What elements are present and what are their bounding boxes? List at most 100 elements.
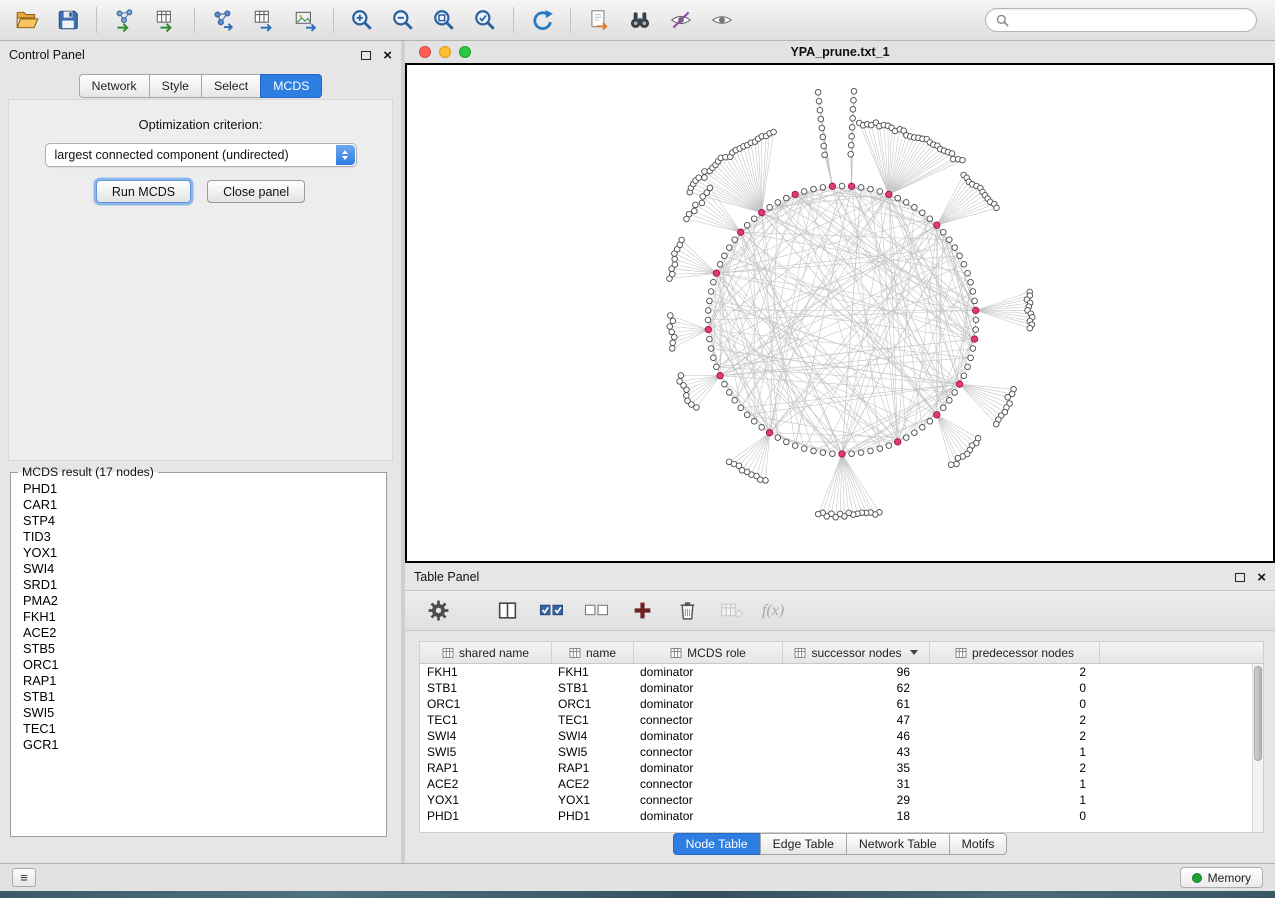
table-scrollbar[interactable] xyxy=(1252,664,1263,832)
memory-button[interactable]: Memory xyxy=(1180,867,1263,888)
table-row[interactable]: STB1STB1dominator620 xyxy=(420,680,1252,696)
sort-direction-icon xyxy=(910,650,918,655)
table-cell: ORC1 xyxy=(420,697,552,711)
tab-select[interactable]: Select xyxy=(201,74,261,98)
import-table-icon xyxy=(154,8,178,32)
network-view-panel: YPA_prune.txt_1 xyxy=(405,41,1275,563)
zoom-fit-button[interactable] xyxy=(427,4,461,36)
delete-column-button[interactable] xyxy=(672,597,702,625)
table-cell: SWI4 xyxy=(552,729,634,743)
zoom-selected-button[interactable] xyxy=(468,4,502,36)
import-table-button[interactable] xyxy=(149,4,183,36)
table-settings-button[interactable] xyxy=(423,597,453,625)
optimization-criterion-select[interactable]: largest connected component (undirected) xyxy=(45,143,357,167)
table-row[interactable]: YOX1YOX1connector291 xyxy=(420,792,1252,808)
float-panel-icon[interactable] xyxy=(361,51,371,60)
tab-network-table[interactable]: Network Table xyxy=(846,833,950,855)
mcds-result-item[interactable]: ORC1 xyxy=(14,657,383,673)
table-panel-title: Table Panel xyxy=(414,570,479,584)
toolbar-separator xyxy=(513,7,514,33)
table-row[interactable]: SWI4SWI4dominator462 xyxy=(420,728,1252,744)
mcds-result-item[interactable]: ACE2 xyxy=(14,625,383,641)
import-network-button[interactable] xyxy=(108,4,142,36)
column-header-name[interactable]: name xyxy=(552,642,634,663)
save-icon xyxy=(56,8,80,32)
mcds-result-item[interactable]: SRD1 xyxy=(14,577,383,593)
table-toolbar: f(x) xyxy=(405,590,1275,631)
search-network-button[interactable] xyxy=(623,4,657,36)
table-row[interactable]: PHD1PHD1dominator180 xyxy=(420,808,1252,824)
save-session-button[interactable] xyxy=(51,4,85,36)
tab-motifs[interactable]: Motifs xyxy=(949,833,1008,855)
node-table-header: shared namenameMCDS rolesuccessor nodesp… xyxy=(420,642,1263,664)
tab-style[interactable]: Style xyxy=(149,74,202,98)
share-document-button[interactable] xyxy=(582,4,616,36)
network-graph[interactable] xyxy=(407,65,1273,561)
mcds-result-item[interactable]: TID3 xyxy=(14,529,383,545)
export-table-button[interactable] xyxy=(247,4,281,36)
export-image-button[interactable] xyxy=(288,4,322,36)
run-mcds-button[interactable]: Run MCDS xyxy=(96,180,191,203)
zoom-in-button[interactable] xyxy=(345,4,379,36)
close-table-panel-icon[interactable]: × xyxy=(1257,570,1266,585)
column-header-mcds-role[interactable]: MCDS role xyxy=(634,642,783,663)
refresh-view-button[interactable] xyxy=(525,4,559,36)
create-column-button[interactable] xyxy=(627,597,657,625)
tab-node-table[interactable]: Node Table xyxy=(673,833,761,855)
column-header-successor-nodes[interactable]: successor nodes xyxy=(783,642,930,663)
table-row[interactable]: ACE2ACE2connector311 xyxy=(420,776,1252,792)
mcds-result-item[interactable]: SWI5 xyxy=(14,705,383,721)
control-panel-tabs: NetworkStyleSelectMCDS xyxy=(0,74,401,98)
tab-network[interactable]: Network xyxy=(79,74,150,98)
mcds-result-item[interactable]: RAP1 xyxy=(14,673,383,689)
status-menu-button[interactable]: ≡ xyxy=(12,868,36,887)
show-details-button[interactable] xyxy=(705,4,739,36)
share-document-icon xyxy=(587,8,611,32)
toolbar-separator xyxy=(333,7,334,33)
table-cell: SWI4 xyxy=(420,729,552,743)
mcds-result-item[interactable]: PHD1 xyxy=(14,481,383,497)
mcds-result-item[interactable]: SWI4 xyxy=(14,561,383,577)
float-table-panel-icon[interactable] xyxy=(1235,573,1245,582)
node-table-body: FKH1FKH1dominator962STB1STB1dominator620… xyxy=(420,664,1252,832)
mcds-result-item[interactable]: CAR1 xyxy=(14,497,383,513)
mcds-result-item[interactable]: TEC1 xyxy=(14,721,383,737)
table-cell: connector xyxy=(634,713,783,727)
mcds-result-item[interactable]: STP4 xyxy=(14,513,383,529)
zoom-out-button[interactable] xyxy=(386,4,420,36)
search-input[interactable] xyxy=(1015,13,1246,27)
mcds-result-item[interactable]: GCR1 xyxy=(14,737,383,753)
mcds-result-box: MCDS result (17 nodes) PHD1CAR1STP4TID3Y… xyxy=(10,465,387,837)
mcds-result-item[interactable]: STB1 xyxy=(14,689,383,705)
mcds-result-item[interactable]: STB5 xyxy=(14,641,383,657)
table-row[interactable]: SWI5SWI5connector431 xyxy=(420,744,1252,760)
mcds-result-list[interactable]: PHD1CAR1STP4TID3YOX1SWI4SRD1PMA2FKH1ACE2… xyxy=(14,481,383,833)
zoom-fit-icon xyxy=(432,8,456,32)
column-header-shared-name[interactable]: shared name xyxy=(420,642,552,663)
table-row[interactable]: RAP1RAP1dominator352 xyxy=(420,760,1252,776)
mcds-result-item[interactable]: YOX1 xyxy=(14,545,383,561)
table-row[interactable]: FKH1FKH1dominator962 xyxy=(420,664,1252,680)
export-network-button[interactable] xyxy=(206,4,240,36)
table-row[interactable]: TEC1TEC1connector472 xyxy=(420,712,1252,728)
tab-mcds[interactable]: MCDS xyxy=(260,74,322,98)
mcds-result-item[interactable]: FKH1 xyxy=(14,609,383,625)
hide-details-button[interactable] xyxy=(664,4,698,36)
combo-stepper-icon xyxy=(336,145,355,165)
open-file-button[interactable] xyxy=(10,4,44,36)
column-header-predecessor-nodes[interactable]: predecessor nodes xyxy=(930,642,1100,663)
deselect-all-columns-button[interactable] xyxy=(582,597,612,625)
network-search-box[interactable] xyxy=(985,8,1257,32)
gear-icon xyxy=(427,599,450,622)
show-column-panel-button[interactable] xyxy=(492,597,522,625)
mcds-result-item[interactable]: PMA2 xyxy=(14,593,383,609)
table-cell: 47 xyxy=(783,713,930,727)
tab-edge-table[interactable]: Edge Table xyxy=(760,833,847,855)
table-row[interactable]: ORC1ORC1dominator610 xyxy=(420,696,1252,712)
close-panel-button[interactable]: Close panel xyxy=(207,180,305,203)
select-all-columns-button[interactable] xyxy=(537,597,567,625)
table-scrollbar-thumb[interactable] xyxy=(1254,666,1262,761)
close-panel-icon[interactable]: × xyxy=(383,48,392,63)
table-cell: 0 xyxy=(930,809,1100,823)
delete-table-button-disabled xyxy=(717,597,747,625)
